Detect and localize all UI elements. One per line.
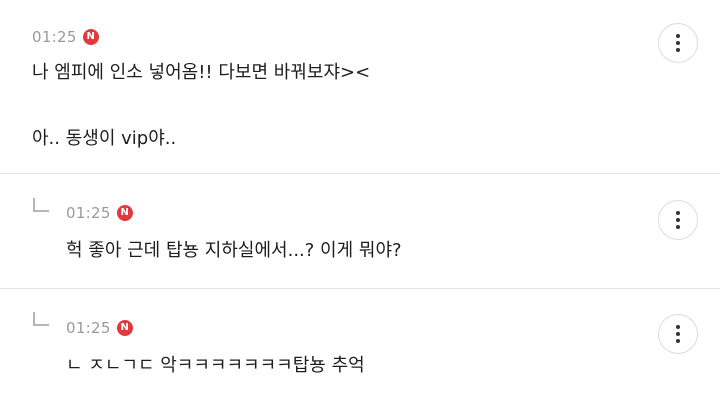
comment-item: 01:25 N 나 엠피에 인소 넣어옴!! 다보면 바꿔보쟈>< 아.. 동생… (0, 0, 720, 173)
more-options-button[interactable] (658, 200, 698, 240)
comment-meta: 01:25 N (66, 317, 133, 339)
new-badge: N (116, 320, 133, 336)
reply-comment-item: 01:25 N ㄴ ㅈㄴㄱㄷ 악ㅋㅋㅋㅋㅋㅋㅋ탑뇽 추억 (0, 289, 720, 407)
comment-timestamp: 01:25 (32, 28, 77, 46)
comment-text-line: 아.. 동생이 vip야.. (32, 128, 177, 149)
comment-text-line: 헉 좋아 근데 탑뇽 지하실에서...? 이게 뭐야? (66, 240, 402, 261)
comment-text-line: 나 엠피에 인소 넣어옴!! 다보면 바꿔보쟈>< (32, 62, 371, 83)
more-options-button[interactable] (658, 314, 698, 354)
more-vertical-icon (676, 211, 680, 215)
comment-meta: 01:25 N (66, 202, 133, 224)
comment-thread: 01:25 N 나 엠피에 인소 넣어옴!! 다보면 바꿔보쟈>< 아.. 동생… (0, 0, 720, 407)
reply-arrow-icon (33, 198, 49, 212)
more-vertical-icon (676, 34, 680, 38)
new-badge: N (116, 205, 133, 221)
comment-text-line: ㄴ ㅈㄴㄱㄷ 악ㅋㅋㅋㅋㅋㅋㅋ탑뇽 추억 (66, 355, 365, 376)
reply-arrow-icon (33, 312, 49, 326)
more-vertical-icon (676, 325, 680, 329)
comment-timestamp: 01:25 (66, 204, 111, 222)
comment-meta: 01:25 N (32, 26, 99, 48)
more-options-button[interactable] (658, 23, 698, 63)
reply-comment-item: 01:25 N 헉 좋아 근데 탑뇽 지하실에서...? 이게 뭐야? (0, 174, 720, 288)
new-badge: N (82, 29, 99, 45)
comment-timestamp: 01:25 (66, 319, 111, 337)
